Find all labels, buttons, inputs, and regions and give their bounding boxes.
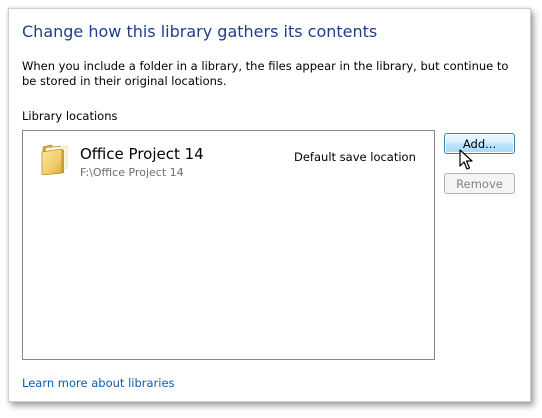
- library-locations-list[interactable]: Office Project 14 F:\Office Project 14 D…: [22, 130, 435, 360]
- pointer-cursor-icon: [459, 149, 473, 170]
- location-name: Office Project 14: [80, 145, 204, 163]
- remove-button[interactable]: Remove: [444, 173, 515, 194]
- default-save-location-label: Default save location: [294, 150, 416, 164]
- dialog-title: Change how this library gathers its cont…: [22, 22, 378, 41]
- library-locations-label: Library locations: [22, 109, 118, 123]
- location-path: F:\Office Project 14: [80, 166, 184, 179]
- add-button[interactable]: Add...: [444, 133, 515, 154]
- list-item[interactable]: Office Project 14 F:\Office Project 14 D…: [23, 131, 434, 183]
- folder-icon: [41, 144, 68, 175]
- dialog-description: When you include a folder in a library, …: [22, 59, 509, 88]
- learn-more-link[interactable]: Learn more about libraries: [22, 376, 175, 390]
- library-dialog: Change how this library gathers its cont…: [8, 8, 531, 402]
